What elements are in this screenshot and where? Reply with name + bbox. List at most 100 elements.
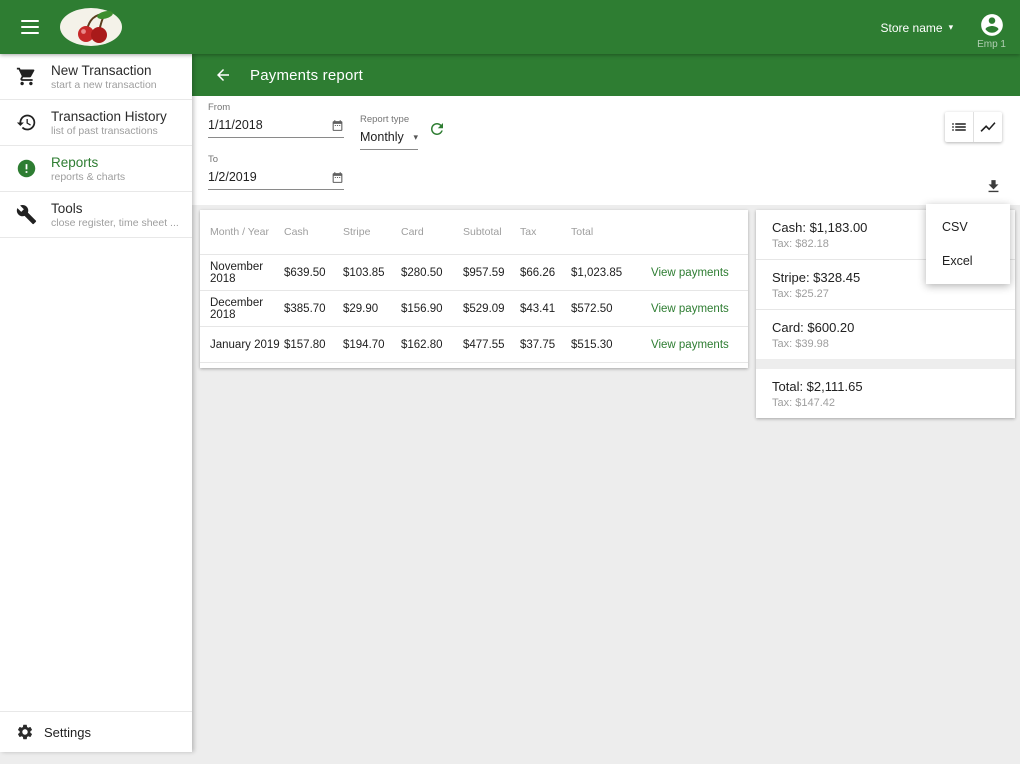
sidebar-item-new-transaction[interactable]: New Transaction start a new transaction xyxy=(0,54,192,100)
history-icon xyxy=(16,112,37,133)
report-type-field: Report type Monthly ▾ xyxy=(360,114,418,150)
sidebar-item-text: New Transaction start a new transaction xyxy=(51,63,157,91)
menu-item-csv[interactable]: CSV xyxy=(926,210,1010,244)
table-row: December 2018 $385.70 $29.90 $156.90 $52… xyxy=(200,291,748,327)
view-toggle-group xyxy=(945,112,1002,142)
report-type-select[interactable]: Monthly ▾ xyxy=(360,125,418,150)
cart-icon xyxy=(16,66,37,87)
store-name-label: Store name xyxy=(880,20,943,35)
summary-tax: Tax: $25.27 xyxy=(772,288,829,300)
column-header: Cash xyxy=(284,226,309,238)
cell-month: January 2019 xyxy=(210,338,280,351)
column-header: Month / Year xyxy=(210,226,269,238)
sidebar: New Transaction start a new transaction … xyxy=(0,54,192,752)
column-header: Total xyxy=(571,226,594,238)
wrench-icon xyxy=(16,204,37,225)
summary-tax: Tax: $147.42 xyxy=(772,397,835,409)
summary-total: Total: $2,111.65 Tax: $147.42 xyxy=(756,359,1015,418)
sidebar-item-sublabel: reports & charts xyxy=(51,170,126,183)
chevron-down-icon: ▾ xyxy=(413,131,418,142)
summary-label: Card: $600.20 xyxy=(772,320,855,335)
summary-label: Total: $2,111.65 xyxy=(772,379,863,394)
employee-name: Emp 1 xyxy=(977,38,1006,50)
cell-card: $162.80 xyxy=(401,338,443,351)
calendar-icon[interactable] xyxy=(331,119,344,132)
calendar-icon[interactable] xyxy=(331,171,344,184)
table-row: January 2019 $157.80 $194.70 $162.80 $47… xyxy=(200,327,748,363)
menu-icon[interactable] xyxy=(10,7,50,47)
column-header: Stripe xyxy=(343,226,371,238)
download-icon[interactable] xyxy=(985,178,1002,195)
sidebar-item-text: Tools close register, time sheet ... xyxy=(51,201,179,229)
cell-cash: $157.80 xyxy=(284,338,326,351)
sidebar-item-text: Reports reports & charts xyxy=(51,155,125,183)
cell-card: $156.90 xyxy=(401,302,443,315)
report-type-value: Monthly xyxy=(360,130,404,144)
cell-card: $280.50 xyxy=(401,266,443,279)
sidebar-item-settings[interactable]: Settings xyxy=(0,711,192,752)
topbar-right-cluster: Store name ▾ Emp 1 xyxy=(881,5,1006,50)
cell-total: $515.30 xyxy=(571,338,613,351)
list-icon xyxy=(950,118,968,136)
sidebar-item-reports[interactable]: Reports reports & charts xyxy=(0,146,192,192)
cell-stripe: $29.90 xyxy=(343,302,379,315)
refresh-icon[interactable] xyxy=(428,120,446,138)
cell-subtotal: $957.59 xyxy=(463,266,505,279)
sidebar-item-label: Reports xyxy=(51,154,99,170)
top-app-bar: Store name ▾ Emp 1 xyxy=(0,0,1020,54)
store-name-dropdown[interactable]: Store name ▾ xyxy=(881,21,954,35)
table-row: November 2018 $639.50 $103.85 $280.50 $9… xyxy=(200,255,748,291)
gear-icon xyxy=(16,723,34,741)
chart-view-button[interactable] xyxy=(973,112,1002,142)
sidebar-item-label: Transaction History xyxy=(51,108,167,124)
back-arrow-icon[interactable] xyxy=(214,66,232,84)
report-type-label: Report type xyxy=(360,114,410,125)
from-date-field: From xyxy=(208,102,344,138)
line-chart-icon xyxy=(979,118,997,136)
sidebar-item-label: Tools xyxy=(51,200,83,216)
sidebar-item-tools[interactable]: Tools close register, time sheet ... xyxy=(0,192,192,238)
to-label: To xyxy=(208,154,219,165)
from-label: From xyxy=(208,102,231,113)
reports-icon xyxy=(16,158,37,179)
cell-subtotal: $477.55 xyxy=(463,338,505,351)
from-date-input[interactable] xyxy=(208,118,327,132)
cell-stripe: $103.85 xyxy=(343,266,385,279)
chevron-down-icon: ▾ xyxy=(948,22,954,32)
table-header-row: Month / Year Cash Stripe Card Subtotal T… xyxy=(200,210,748,255)
view-payments-link[interactable]: View payments xyxy=(651,267,748,279)
summary-tax: Tax: $39.98 xyxy=(772,338,829,350)
cell-tax: $66.26 xyxy=(520,266,556,279)
sidebar-item-text: Transaction History list of past transac… xyxy=(51,109,167,137)
list-view-button[interactable] xyxy=(945,112,973,142)
summary-card-payments: Card: $600.20 Tax: $39.98 xyxy=(756,309,1015,359)
sidebar-item-sublabel: list of past transactions xyxy=(51,124,158,137)
settings-label: Settings xyxy=(44,724,91,740)
sidebar-item-label: New Transaction xyxy=(51,62,152,78)
app-window: Store name ▾ Emp 1 New Transaction start… xyxy=(0,0,1020,764)
to-date-field: To xyxy=(208,154,344,190)
store-logo xyxy=(58,7,124,47)
view-payments-link[interactable]: View payments xyxy=(651,339,748,351)
cell-month: November 2018 xyxy=(210,260,264,285)
account-circle-icon xyxy=(979,12,1005,38)
page-header: Payments report xyxy=(192,54,1020,96)
column-header: Card xyxy=(401,226,424,238)
filters-bar: From Report type Monthly ▾ To xyxy=(192,96,1020,205)
cell-stripe: $194.70 xyxy=(343,338,385,351)
cell-tax: $37.75 xyxy=(520,338,556,351)
page-title: Payments report xyxy=(250,66,364,84)
payments-table: Month / Year Cash Stripe Card Subtotal T… xyxy=(200,210,748,368)
cell-total: $572.50 xyxy=(571,302,613,315)
view-payments-link[interactable]: View payments xyxy=(651,303,748,315)
cell-subtotal: $529.09 xyxy=(463,302,505,315)
to-date-input[interactable] xyxy=(208,170,327,184)
sidebar-item-transaction-history[interactable]: Transaction History list of past transac… xyxy=(0,100,192,146)
column-header: Tax xyxy=(520,226,537,238)
column-header: Subtotal xyxy=(463,226,502,238)
sidebar-item-sublabel: close register, time sheet ... xyxy=(51,216,179,229)
menu-item-excel[interactable]: Excel xyxy=(926,244,1010,278)
cell-tax: $43.41 xyxy=(520,302,556,315)
sidebar-item-sublabel: start a new transaction xyxy=(51,78,157,91)
employee-menu[interactable]: Emp 1 xyxy=(977,12,1006,50)
